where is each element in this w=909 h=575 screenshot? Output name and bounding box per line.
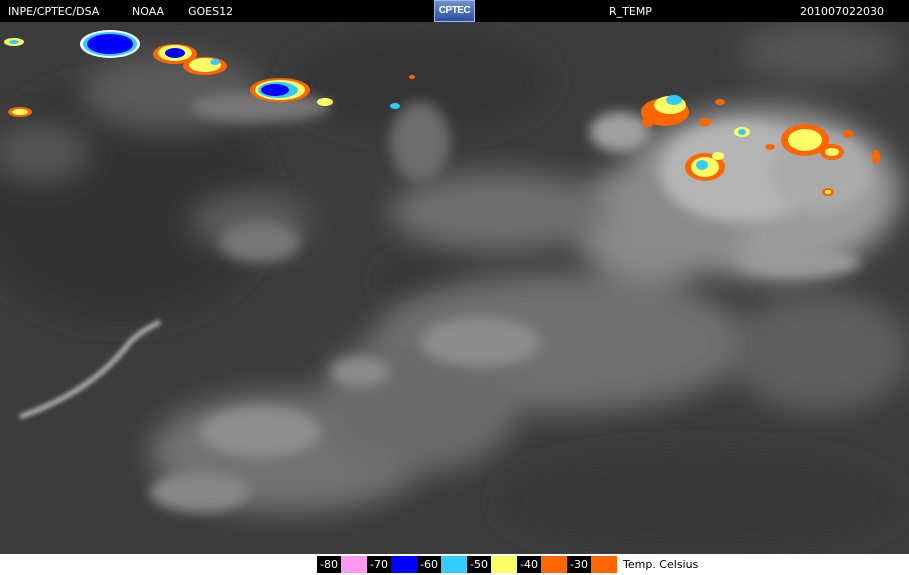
legend-value-label: -40 [517, 556, 541, 573]
legend-unit-label: Temp. Celsius [623, 558, 699, 571]
cptec-logo: CPTEC [434, 0, 475, 22]
legend-color-swatch [491, 556, 517, 573]
legend-value-label: -60 [417, 556, 441, 573]
legend-color-swatch [441, 556, 467, 573]
logo-text: CPTEC [438, 5, 471, 16]
color-legend: -80 -70 -60 -50 -40 -30 Temp. Celsius [0, 554, 909, 575]
timestamp-label: 201007022030 [800, 5, 884, 18]
agency-label: INPE/CPTEC/DSA [8, 5, 100, 18]
legend-value-label: -30 [567, 556, 591, 573]
legend-bar: -80 -70 -60 -50 -40 -30 Temp. Celsius [317, 556, 698, 573]
legend-value-label: -70 [367, 556, 391, 573]
satellite-image [0, 22, 909, 554]
infrared-imagery [0, 22, 909, 554]
legend-color-swatch [541, 556, 567, 573]
legend-color-swatch [591, 556, 617, 573]
legend-value-label: -50 [467, 556, 491, 573]
legend-value-label: -80 [317, 556, 341, 573]
legend-color-swatch [391, 556, 417, 573]
product-label: R_TEMP [609, 5, 652, 18]
legend-color-swatch [341, 556, 367, 573]
provider-label: NOAA [132, 5, 165, 18]
header-bar: INPE/CPTEC/DSA NOAA GOES12 CPTEC R_TEMP … [0, 0, 909, 22]
satellite-label: GOES12 [188, 5, 234, 18]
